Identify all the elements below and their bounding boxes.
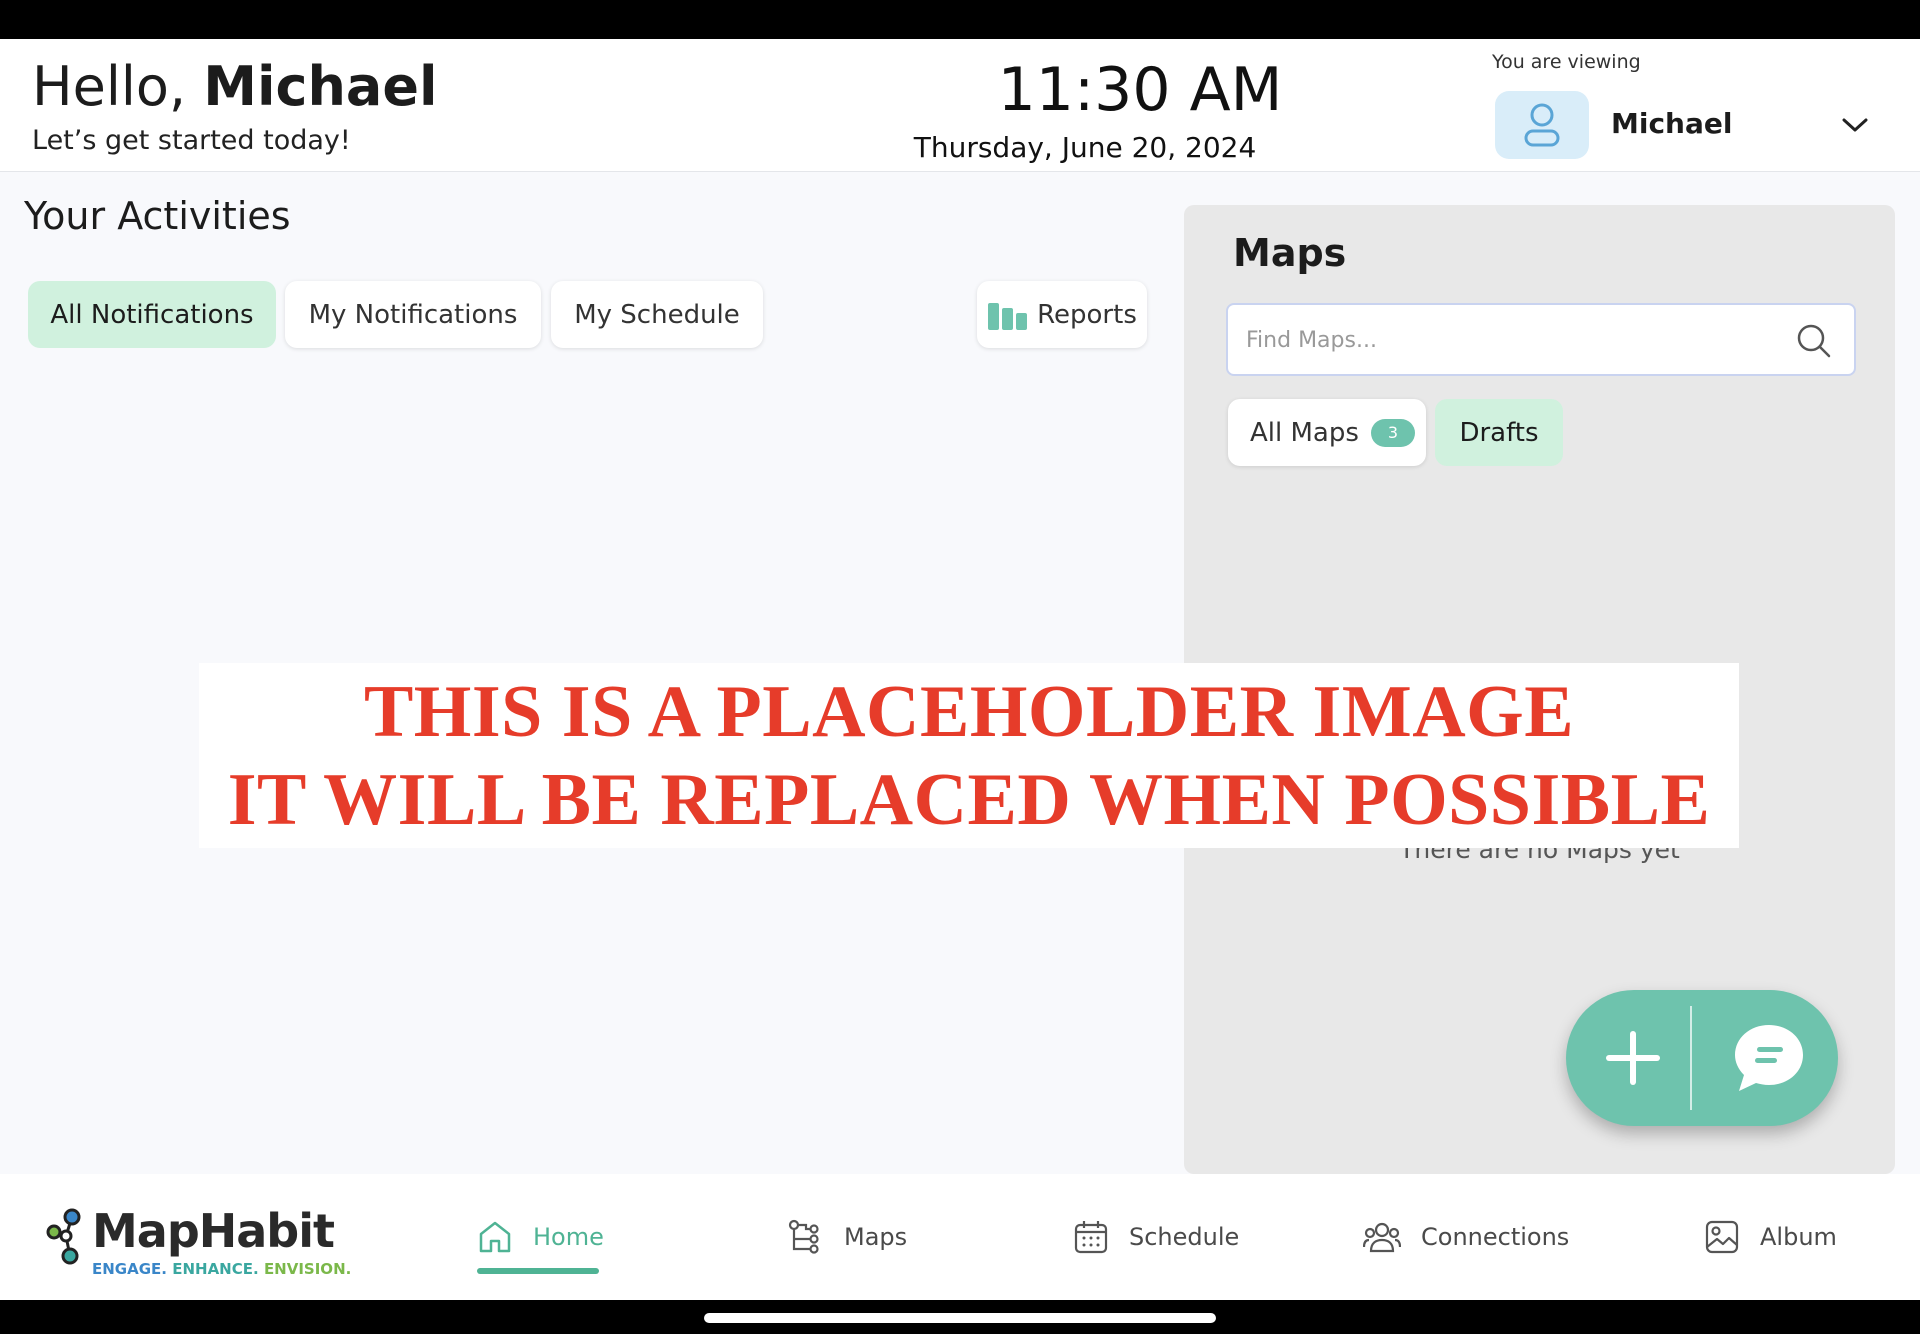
nav-item-album[interactable]: Album bbox=[1704, 1212, 1837, 1262]
user-icon bbox=[1524, 103, 1560, 147]
nav-item-home[interactable]: Home bbox=[477, 1212, 604, 1262]
album-icon bbox=[1705, 1220, 1739, 1254]
logo-mark-icon bbox=[46, 1208, 81, 1265]
maps-title: Maps bbox=[1233, 231, 1347, 275]
maps-search-input[interactable] bbox=[1246, 321, 1766, 359]
maps-tab-drafts[interactable]: Drafts bbox=[1435, 399, 1563, 466]
clock-date: Thursday, June 20, 2024 bbox=[913, 131, 1257, 164]
greeting-subtitle: Let’s get started today! bbox=[32, 125, 351, 156]
greeting-name: Michael bbox=[203, 55, 438, 118]
search-icon[interactable] bbox=[1796, 323, 1832, 359]
home-icon bbox=[479, 1221, 511, 1253]
greeting-prefix: Hello, bbox=[32, 55, 204, 118]
maps-count-badge: 3 bbox=[1370, 418, 1415, 447]
maps-tab-all[interactable]: All Maps 3 bbox=[1228, 399, 1426, 466]
logo-wordmark: MapHabit bbox=[92, 1204, 335, 1258]
status-bar bbox=[0, 0, 1920, 39]
reports-label: Reports bbox=[1037, 299, 1137, 330]
header: Hello, Michael Let’s get started today! … bbox=[0, 39, 1920, 172]
reports-button[interactable]: Reports bbox=[977, 281, 1147, 348]
active-nav-indicator bbox=[477, 1268, 599, 1274]
placeholder-line-1: THIS IS A PLACEHOLDER IMAGE bbox=[363, 670, 1575, 753]
tab-my-schedule[interactable]: My Schedule bbox=[551, 281, 763, 348]
nav-label-connections: Connections bbox=[1421, 1223, 1570, 1251]
fab-divider bbox=[1690, 1006, 1692, 1110]
tab-my-notifications[interactable]: My Notifications bbox=[285, 281, 541, 348]
greeting: Hello, Michael bbox=[32, 55, 437, 118]
nav-label-home: Home bbox=[533, 1223, 604, 1251]
maphabit-logo: MapHabit ENGAGE. ENHANCE. ENVISION. bbox=[46, 1204, 351, 1284]
maps-search-field[interactable] bbox=[1226, 303, 1856, 376]
plus-icon bbox=[1606, 1031, 1660, 1085]
nav-item-maps[interactable]: Maps bbox=[788, 1212, 907, 1262]
connections-icon bbox=[1363, 1222, 1401, 1253]
nav-item-schedule[interactable]: Schedule bbox=[1073, 1212, 1239, 1262]
activities-title: Your Activities bbox=[24, 194, 291, 238]
avatar bbox=[1495, 91, 1589, 159]
placeholder-line-2: IT WILL BE REPLACED WHEN POSSIBLE bbox=[227, 758, 1711, 841]
viewing-user-selector[interactable]: Michael bbox=[1495, 91, 1875, 159]
maps-tab-all-label: All Maps bbox=[1250, 417, 1359, 448]
tab-all-notifications[interactable]: All Notifications bbox=[28, 281, 276, 348]
floating-action-group bbox=[1566, 990, 1838, 1126]
viewing-user-name: Michael bbox=[1611, 107, 1733, 140]
chat-bubble-icon bbox=[1735, 1025, 1803, 1091]
nav-label-album: Album bbox=[1760, 1223, 1837, 1251]
chat-button[interactable] bbox=[1700, 990, 1838, 1126]
bottom-nav: MapHabit ENGAGE. ENHANCE. ENVISION. Home… bbox=[0, 1174, 1920, 1300]
chevron-down-icon[interactable] bbox=[1835, 105, 1875, 145]
bar-chart-icon bbox=[988, 302, 1028, 330]
nav-label-schedule: Schedule bbox=[1129, 1223, 1240, 1251]
calendar-icon bbox=[1074, 1221, 1108, 1254]
home-indicator[interactable] bbox=[704, 1313, 1216, 1323]
placeholder-banner: THIS IS A PLACEHOLDER IMAGE IT WILL BE R… bbox=[199, 663, 1739, 848]
clock-time: 11:30 AM bbox=[997, 55, 1283, 125]
nav-label-maps: Maps bbox=[844, 1223, 908, 1251]
add-button[interactable] bbox=[1566, 990, 1700, 1126]
viewing-label: You are viewing bbox=[1492, 51, 1641, 73]
logo-tagline: ENGAGE. ENHANCE. ENVISION. bbox=[92, 1260, 352, 1278]
nav-item-connections[interactable]: Connections bbox=[1363, 1212, 1569, 1262]
map-tree-icon bbox=[788, 1219, 819, 1254]
